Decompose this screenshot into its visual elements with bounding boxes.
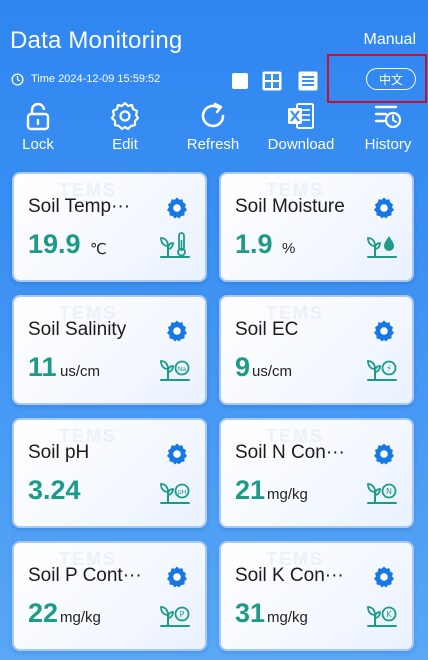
- edit-button[interactable]: Edit: [100, 100, 150, 158]
- grid-view-button[interactable]: [261, 70, 283, 92]
- na-plant-icon: Na: [160, 360, 190, 381]
- sensor-name: Soil Temp···: [28, 196, 131, 217]
- download-label: Download: [267, 136, 335, 153]
- settings-gear-icon[interactable]: [372, 319, 396, 343]
- settings-gear-icon[interactable]: [372, 565, 396, 589]
- sensor-card[interactable]: TEMS Soil P Cont··· 22 mg/kg P: [12, 541, 207, 651]
- n-plant-icon: N: [367, 483, 397, 504]
- single-view-button[interactable]: [229, 70, 251, 92]
- list-view-button[interactable]: [297, 70, 319, 92]
- svg-text:Na: Na: [178, 366, 186, 373]
- sensor-card[interactable]: TEMS Soil pH 3.24 pH: [12, 418, 207, 528]
- p-plant-icon: P: [160, 606, 190, 627]
- sensor-unit: us/cm: [252, 363, 293, 380]
- history-button[interactable]: History: [360, 100, 416, 158]
- sensor-value: 9: [235, 352, 251, 382]
- thermometer-plant-icon: [160, 232, 190, 258]
- svg-text:K: K: [386, 610, 392, 619]
- sensor-card[interactable]: TEMS Soil N Con··· 21 mg/kg N: [219, 418, 414, 528]
- sensor-value: 19.9: [28, 229, 81, 259]
- sensor-name: Soil Moisture: [235, 196, 345, 217]
- svg-text:⚡: ⚡: [386, 364, 392, 373]
- language-button[interactable]: 中文: [366, 68, 416, 90]
- lock-label: Lock: [22, 136, 54, 153]
- sensor-name: Soil N Con···: [235, 442, 345, 463]
- settings-gear-icon[interactable]: [165, 319, 189, 343]
- sensor-card[interactable]: TEMS Soil EC 9 us/cm ⚡: [219, 295, 414, 405]
- sensor-unit: ℃: [90, 241, 107, 258]
- sensor-value: 21: [235, 475, 266, 505]
- sensor-unit: us/cm: [60, 363, 101, 380]
- water-drop-plant-icon: [367, 236, 397, 258]
- ec-plant-icon: ⚡: [367, 360, 397, 381]
- settings-gear-icon[interactable]: [165, 442, 189, 466]
- sensor-name: Soil EC: [235, 319, 299, 340]
- toolbar: Lock Edit Refresh Download History: [0, 100, 428, 160]
- refresh-button[interactable]: Refresh: [181, 100, 245, 158]
- lock-icon: [26, 102, 50, 131]
- refresh-icon: [201, 102, 225, 128]
- sensor-name: Soil P Cont···: [28, 565, 142, 586]
- sensor-unit: mg/kg: [60, 609, 101, 626]
- history-label: History: [364, 136, 412, 153]
- svg-text:pH: pH: [178, 489, 186, 496]
- svg-text:P: P: [180, 610, 185, 619]
- mode-button[interactable]: Manual: [364, 31, 416, 49]
- settings-gear-icon[interactable]: [165, 565, 189, 589]
- settings-gear-icon[interactable]: [372, 196, 396, 220]
- page-title: Data Monitoring: [10, 27, 183, 54]
- square-icon: [232, 73, 248, 89]
- excel-icon: [288, 103, 314, 129]
- ph-plant-icon: pH: [160, 483, 190, 504]
- settings-gear-icon[interactable]: [165, 196, 189, 220]
- sensor-value: 11: [28, 352, 57, 382]
- sensor-name: Soil K Con···: [235, 565, 344, 586]
- sensor-card[interactable]: TEMS Soil Moisture 1.9 %: [219, 172, 414, 282]
- grid-icon: [262, 71, 282, 91]
- sensor-unit: mg/kg: [267, 609, 308, 626]
- sensor-name: Soil pH: [28, 442, 90, 463]
- sensor-card[interactable]: TEMS Soil Temp··· 19.9 ℃: [12, 172, 207, 282]
- download-button[interactable]: Download: [262, 100, 340, 158]
- sensor-value: 3.24: [28, 475, 81, 505]
- app-header: Data Monitoring Manual: [0, 0, 428, 62]
- svg-text:N: N: [386, 487, 392, 496]
- current-time: Time 2024-12-09 15:59:52: [31, 73, 161, 85]
- lock-button[interactable]: Lock: [13, 100, 63, 158]
- sensor-value: 22: [28, 598, 59, 628]
- k-plant-icon: K: [367, 606, 397, 627]
- sensor-card[interactable]: TEMS Soil Salinity 11 us/cm Na: [12, 295, 207, 405]
- clock-icon: [11, 73, 24, 86]
- sensor-name: Soil Salinity: [28, 319, 127, 340]
- refresh-label: Refresh: [186, 136, 240, 153]
- sensor-unit: %: [282, 240, 296, 257]
- sensor-unit: mg/kg: [267, 486, 308, 503]
- list-icon: [298, 71, 318, 91]
- settings-gear-icon[interactable]: [372, 442, 396, 466]
- gear-icon: [110, 101, 140, 131]
- sensor-card[interactable]: TEMS Soil K Con··· 31 mg/kg K: [219, 541, 414, 651]
- sensor-value: 1.9: [235, 229, 273, 259]
- history-icon: [374, 105, 402, 129]
- edit-label: Edit: [112, 136, 138, 153]
- sensor-value: 31: [235, 598, 266, 628]
